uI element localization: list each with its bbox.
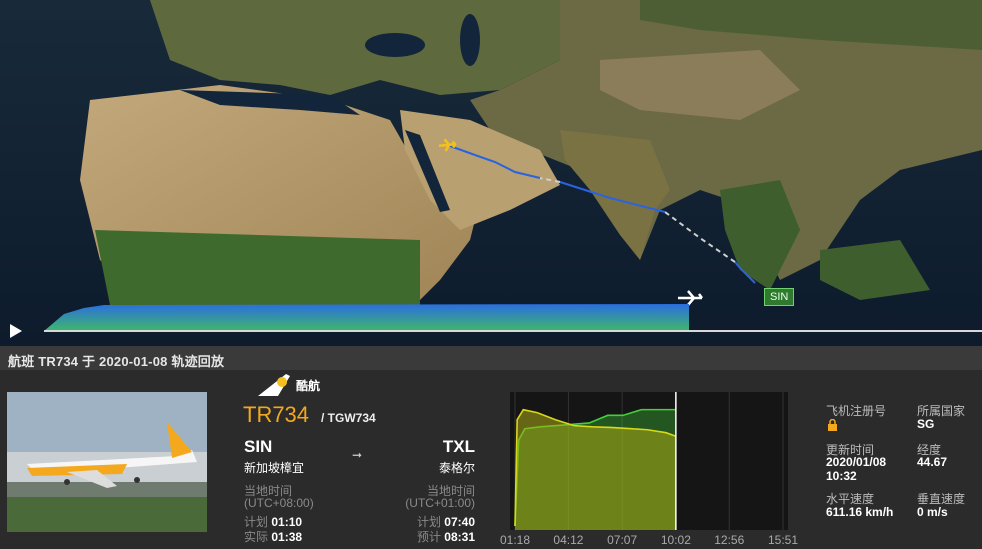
satellite-map bbox=[0, 0, 982, 346]
arrival-tz: (UTC+01:00) bbox=[405, 496, 475, 510]
airline-name: 酷航 bbox=[296, 378, 321, 393]
departure-scheduled-label: 计划 bbox=[244, 515, 269, 529]
arrival-estimated-label: 预计 bbox=[416, 530, 441, 544]
chart-x-tick: 10:02 bbox=[660, 533, 691, 547]
altitude-strip bbox=[44, 304, 689, 331]
longitude-value: 44.67 bbox=[917, 455, 948, 469]
chart-canvas bbox=[514, 392, 784, 530]
lock-icon bbox=[828, 419, 837, 431]
registration-label: 飞机注册号 bbox=[826, 404, 887, 418]
departure-actual: 实际 01:38 bbox=[244, 528, 302, 545]
altitude-speed-chart[interactable] bbox=[510, 392, 788, 530]
departure-scheduled-time: 01:10 bbox=[271, 515, 303, 529]
departure-tz: (UTC+08:00) bbox=[244, 496, 314, 510]
arrival-city: 泰格尔 bbox=[438, 461, 475, 475]
chart-x-tick: 15:51 bbox=[767, 533, 799, 547]
chart-x-tick: 04:12 bbox=[553, 533, 584, 547]
vertical-speed-value: 0 m/s bbox=[917, 505, 948, 519]
flight-icao: / TGW734 bbox=[321, 411, 376, 425]
arrival-scheduled-time: 07:40 bbox=[444, 515, 475, 529]
aircraft-photo bbox=[7, 392, 207, 532]
departure-city: 新加坡樟宜 bbox=[244, 461, 305, 475]
playback-timeline[interactable] bbox=[44, 330, 982, 332]
departure-actual-label: 实际 bbox=[244, 530, 269, 544]
departure-actual-time: 01:38 bbox=[271, 530, 303, 544]
country-value: SG bbox=[917, 417, 935, 431]
arrival-scheduled-label: 计划 bbox=[416, 515, 441, 529]
airline-info: 酷航 bbox=[256, 372, 320, 398]
departure-code: SIN bbox=[244, 437, 273, 456]
horizontal-speed-value: 611.16 km/h bbox=[826, 505, 894, 519]
origin-airport-label[interactable]: SIN bbox=[764, 288, 795, 306]
chart-x-tick: 12:56 bbox=[714, 533, 745, 547]
flight-map[interactable]: SIN bbox=[0, 0, 982, 346]
route-arrow-icon: ➞ bbox=[352, 448, 363, 462]
chart-x-tick: 07:07 bbox=[607, 533, 638, 547]
arrival-estimated-time: 08:31 bbox=[444, 530, 475, 544]
airline-logo bbox=[258, 374, 290, 396]
play-icon[interactable] bbox=[8, 323, 24, 339]
arrival-estimated: 预计 08:31 bbox=[395, 528, 475, 545]
flight-number: TR734 bbox=[243, 402, 310, 427]
page-title: 航班 TR734 于 2020-01-08 轨迹回放 bbox=[0, 346, 982, 370]
chart-x-tick: 01:18 bbox=[499, 533, 531, 547]
updated-time: 10:32 bbox=[826, 469, 857, 483]
arrival-code: TXL bbox=[442, 437, 475, 456]
updated-date: 2020/01/08 bbox=[826, 455, 887, 469]
